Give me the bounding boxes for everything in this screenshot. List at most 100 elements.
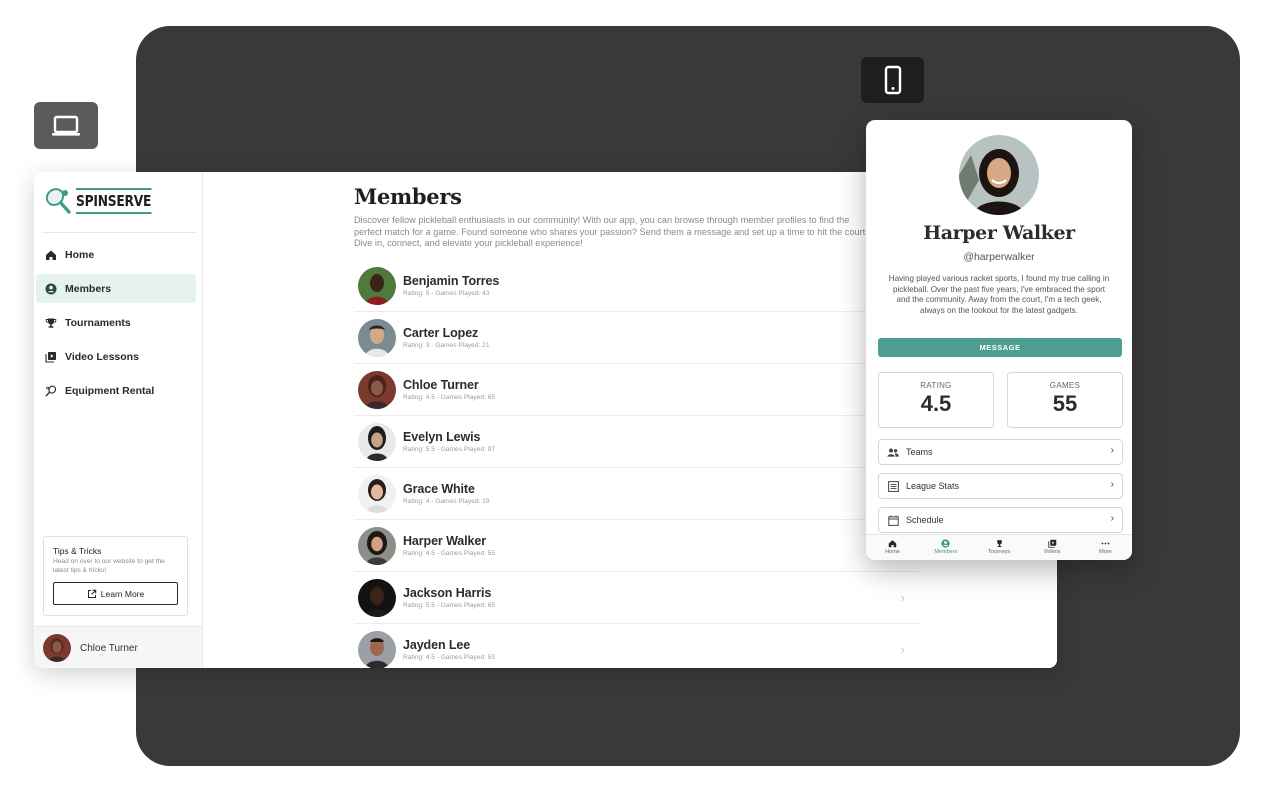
avatar (358, 318, 396, 357)
home-icon (44, 248, 57, 261)
sidebar-item-tournaments[interactable]: Tournaments (36, 308, 196, 337)
sidebar-item-equipment-rental[interactable]: Equipment Rental (36, 376, 196, 405)
member-name: Chloe Turner (403, 378, 479, 392)
tab-label: Home (885, 549, 900, 555)
avatar (358, 578, 396, 617)
sidebar-item-label: Home (65, 248, 95, 261)
page-description: Discover fellow pickleball enthusiasts i… (354, 215, 873, 249)
paddle-icon (44, 384, 57, 397)
calendar-icon (887, 514, 899, 526)
tips-card: Tips & Tricks Head on over to our websit… (43, 536, 188, 616)
list-item[interactable]: Grace White Rating: 4 - Games Played: 19 (354, 468, 919, 520)
current-user[interactable]: Chloe Turner (34, 626, 202, 668)
group-icon (887, 446, 899, 458)
profile-name: Harper Walker (923, 222, 1075, 244)
member-meta: Rating: 3 - Games Played: 21 (403, 342, 490, 349)
rating-label: RATING (920, 381, 952, 390)
member-list: Benjamin Torres Rating: 5 - Games Played:… (354, 260, 919, 668)
avatar (358, 526, 396, 565)
member-name: Carter Lopez (403, 326, 479, 340)
avatar (358, 266, 396, 305)
league-stats-link[interactable]: League Stats › (878, 473, 1123, 499)
tab-label: Tourneys (987, 549, 1011, 555)
sidebar-item-label: Equipment Rental (65, 384, 155, 397)
sidebar-item-members[interactable]: Members (36, 274, 196, 303)
paddle-logo-icon (45, 188, 71, 214)
divider (42, 232, 196, 233)
message-button[interactable]: MESSAGE (878, 338, 1122, 357)
avatar (358, 474, 396, 513)
sidebar-item-label: Video Lessons (65, 350, 139, 363)
list-item[interactable]: Jackson Harris Rating: 5.5 - Games Played… (354, 572, 919, 624)
member-name: Harper Walker (403, 534, 486, 548)
tab-more[interactable]: More (1079, 535, 1132, 560)
list-icon (887, 480, 899, 492)
sidebar-item-home[interactable]: Home (36, 240, 196, 269)
list-item[interactable]: Jayden Lee Rating: 4.5 - Games Played: 53… (354, 624, 919, 668)
list-item[interactable]: Chloe Turner Rating: 4.5 - Games Played: … (354, 364, 919, 416)
current-user-name: Chloe Turner (80, 642, 138, 654)
tab-label: More (1099, 549, 1112, 555)
member-meta: Rating: 4 - Games Played: 19 (403, 498, 490, 505)
more-icon (1101, 542, 1110, 545)
bottom-tab-bar: Home Members Tourneys Videos More (866, 534, 1132, 560)
brand-logo[interactable]: SPINSERVE (44, 186, 168, 216)
avatar (358, 422, 396, 461)
games-stat-card: GAMES 55 (1007, 372, 1123, 428)
member-meta: Rating: 4.5 - Games Played: 53 (403, 654, 495, 661)
tips-title: Tips & Tricks (53, 546, 102, 556)
tab-label: Members (934, 549, 958, 555)
learn-more-label: Learn More (100, 588, 145, 599)
profile-handle: @harperwalker (963, 251, 1035, 263)
sidebar-item-label: Tournaments (65, 316, 131, 329)
schedule-label: Schedule (906, 515, 944, 525)
teams-link[interactable]: Teams › (878, 439, 1123, 465)
person-circle-icon (44, 282, 57, 295)
profile-bio: Having played various racket sports, I f… (888, 274, 1110, 315)
page-title: Members (354, 184, 462, 209)
schedule-link[interactable]: Schedule › (878, 507, 1123, 533)
trophy-icon (996, 540, 1002, 548)
league-stats-label: League Stats (906, 481, 960, 491)
person-circle-icon (941, 539, 950, 548)
member-meta: Rating: 5 - Games Played: 43 (403, 290, 490, 297)
smartphone-icon (861, 57, 924, 103)
profile-avatar (959, 135, 1039, 215)
member-name: Benjamin Torres (403, 274, 500, 288)
member-name: Evelyn Lewis (403, 430, 481, 444)
tips-body: Head on over to our website to get the l… (53, 558, 165, 574)
chevron-right-icon: › (900, 642, 905, 657)
list-item[interactable]: Evelyn Lewis Rating: 5.5 - Games Played: … (354, 416, 919, 468)
tab-tourneys[interactable]: Tourneys (972, 535, 1025, 560)
logo-text: SPINSERVE (76, 188, 151, 214)
tab-videos[interactable]: Videos (1026, 535, 1079, 560)
mobile-profile-screen: Harper Walker @harperwalker Having playe… (866, 120, 1132, 560)
member-meta: Rating: 4.5 - Games Played: 55 (403, 550, 495, 557)
video-library-icon (1048, 539, 1056, 548)
avatar (358, 630, 396, 668)
tab-home[interactable]: Home (866, 535, 919, 560)
tab-members[interactable]: Members (919, 535, 972, 560)
sidebar: SPINSERVE Home Members Tournaments Video… (34, 172, 203, 668)
rating-stat-card: RATING 4.5 (878, 372, 994, 428)
games-label: GAMES (1049, 381, 1081, 390)
member-name: Jayden Lee (403, 638, 471, 652)
teams-label: Teams (906, 447, 933, 457)
member-meta: Rating: 4.5 - Games Played: 65 (403, 394, 495, 401)
member-name: Jackson Harris (403, 586, 492, 600)
member-meta: Rating: 5.5 - Games Played: 65 (403, 602, 495, 609)
list-item[interactable]: Harper Walker Rating: 4.5 - Games Played:… (354, 520, 919, 572)
list-item[interactable]: Carter Lopez Rating: 3 - Games Played: 21 (354, 312, 919, 364)
sidebar-item-video-lessons[interactable]: Video Lessons (36, 342, 196, 371)
chevron-right-icon: › (900, 590, 905, 605)
video-library-icon (44, 350, 57, 363)
list-item[interactable]: Benjamin Torres Rating: 5 - Games Played:… (354, 260, 919, 312)
home-icon (888, 540, 897, 548)
trophy-icon (44, 316, 57, 329)
member-meta: Rating: 5.5 - Games Played: 97 (403, 446, 495, 453)
tab-label: Videos (1043, 549, 1061, 555)
avatar (358, 370, 396, 409)
sidebar-nav: Home Members Tournaments Video Lessons E… (34, 240, 202, 410)
member-name: Grace White (403, 482, 475, 496)
learn-more-button[interactable]: Learn More (53, 582, 178, 605)
